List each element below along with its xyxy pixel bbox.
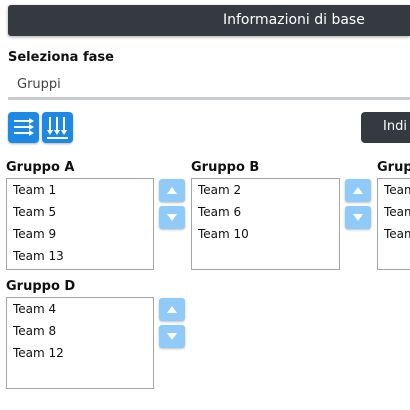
- group-a-move-up-button[interactable]: [159, 179, 185, 202]
- list-item[interactable]: Team: [378, 179, 410, 201]
- arrow-up-icon: [167, 306, 177, 313]
- list-item[interactable]: Team 9: [7, 223, 153, 245]
- group-b-move-up-button[interactable]: [345, 179, 371, 202]
- group-d-move-up-button[interactable]: [159, 298, 185, 321]
- arrow-up-icon: [353, 187, 363, 194]
- list-arrows-button[interactable]: [8, 112, 39, 143]
- arrow-down-icon: [167, 214, 177, 221]
- group-d-list[interactable]: Team 4 Team 8 Team 12: [6, 297, 154, 389]
- list-item[interactable]: Team 10: [192, 223, 339, 245]
- group-d-move-down-button[interactable]: [159, 325, 185, 348]
- group-a-title: Gruppo A: [6, 160, 75, 175]
- arrow-up-icon: [167, 187, 177, 194]
- group-c-title: Grup: [377, 160, 410, 175]
- list-item[interactable]: Team 6: [192, 201, 339, 223]
- group-d-title: Gruppo D: [6, 279, 76, 294]
- top-bar: Informazioni di base: [8, 5, 410, 36]
- list-item[interactable]: Team 2: [192, 179, 339, 201]
- list-item[interactable]: Team 8: [7, 320, 153, 342]
- list-item[interactable]: Team 4: [7, 298, 153, 320]
- group-c-list[interactable]: Team Team Team: [377, 178, 410, 270]
- list-item[interactable]: Team 12: [7, 342, 153, 364]
- columns-down-arrows-button[interactable]: [42, 112, 73, 143]
- group-b-title: Gruppo B: [191, 160, 260, 175]
- list-item[interactable]: Team: [378, 223, 410, 245]
- group-b-list[interactable]: Team 2 Team 6 Team 10: [191, 178, 340, 270]
- arrow-down-icon: [167, 333, 177, 340]
- phase-select[interactable]: Gruppi: [8, 72, 410, 100]
- header-title: Informazioni di base: [223, 12, 365, 28]
- columns-down-arrows-icon: [47, 117, 68, 139]
- list-item[interactable]: Team: [378, 201, 410, 223]
- list-item[interactable]: Team 1: [7, 179, 153, 201]
- group-a-move-down-button[interactable]: [159, 206, 185, 229]
- action-button[interactable]: Indi: [361, 112, 410, 143]
- phase-select-value: Gruppi: [17, 77, 61, 92]
- action-button-label: Indi: [383, 119, 407, 134]
- group-b-move-down-button[interactable]: [345, 206, 371, 229]
- list-item[interactable]: Team 5: [7, 201, 153, 223]
- phase-label: Seleziona fase: [8, 50, 114, 65]
- arrow-down-icon: [353, 214, 363, 221]
- list-item[interactable]: Team 13: [7, 245, 153, 267]
- list-arrows-icon: [14, 118, 34, 136]
- group-a-list[interactable]: Team 1 Team 5 Team 9 Team 13: [6, 178, 154, 270]
